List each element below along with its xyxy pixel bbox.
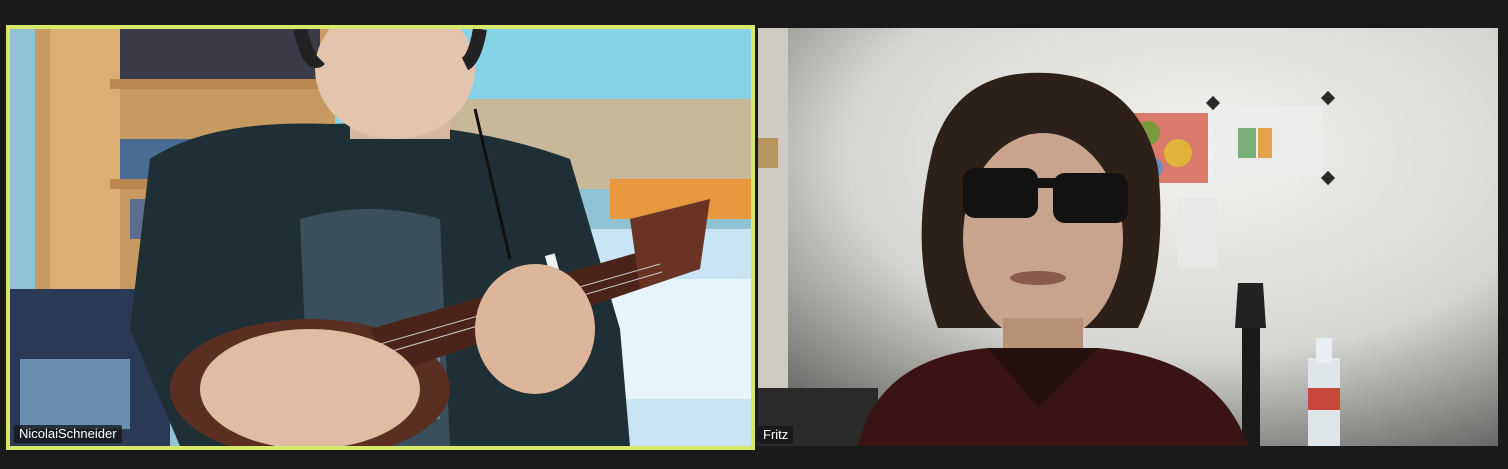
participant-video-nicolai <box>10 29 751 446</box>
participant-tile-fritz[interactable]: Fritz <box>758 28 1498 446</box>
meeting-gallery-view: NicolaiSchneider Fritz <box>0 0 1508 469</box>
participant-name-label: Fritz <box>758 426 794 444</box>
participant-name-label: NicolaiSchneider <box>14 425 122 443</box>
participant-tile-nicolai[interactable]: NicolaiSchneider <box>6 25 755 450</box>
participant-video-fritz <box>758 28 1498 446</box>
